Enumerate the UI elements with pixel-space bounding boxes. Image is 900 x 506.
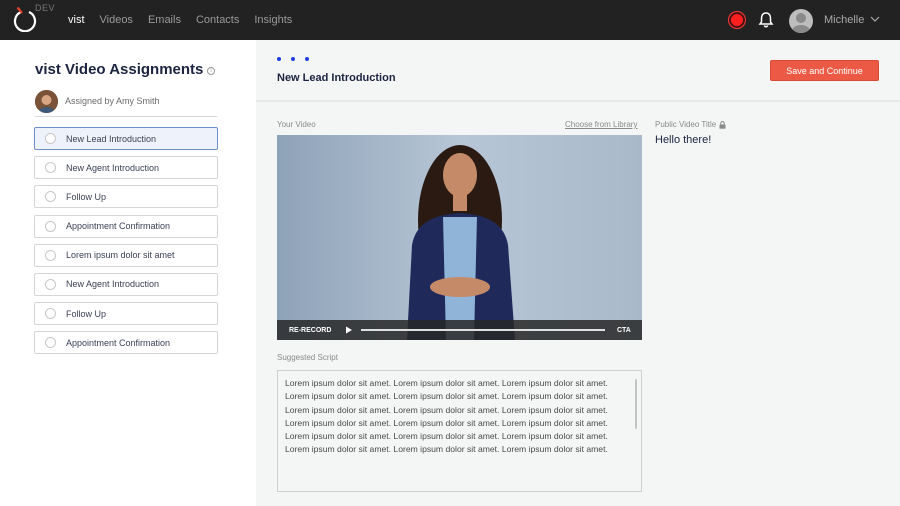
nav-item-vist[interactable]: vist: [68, 14, 85, 26]
user-avatar[interactable]: [789, 9, 813, 33]
assignment-list: New Lead Introduction New Agent Introduc…: [34, 127, 218, 361]
assignment-label: Appointment Confirmation: [66, 221, 171, 232]
script-text: Lorem ipsum dolor sit amet. Lorem ipsum …: [285, 378, 608, 455]
radio-icon[interactable]: [45, 337, 56, 349]
bell-icon[interactable]: [757, 11, 775, 29]
info-icon[interactable]: i: [207, 67, 215, 75]
radio-icon[interactable]: [45, 308, 56, 320]
nav-item-contacts[interactable]: Contacts: [196, 14, 239, 26]
public-video-title-label-text: Public Video Title: [655, 120, 717, 129]
radio-icon[interactable]: [45, 133, 56, 144]
nav-item-videos[interactable]: Videos: [100, 14, 133, 26]
dot: [277, 57, 281, 61]
main-nav: vist Videos Emails Contacts Insights: [68, 0, 292, 40]
assignment-item[interactable]: Follow Up: [34, 302, 218, 326]
save-and-continue-button[interactable]: Save and Continue: [770, 60, 879, 81]
assignment-item[interactable]: Appointment Confirmation: [34, 331, 218, 355]
assignment-label: Follow Up: [66, 308, 107, 319]
assignment-label: Follow Up: [66, 191, 107, 202]
assignment-item[interactable]: New Agent Introduction: [34, 156, 218, 180]
page-title: New Lead Introduction: [277, 72, 396, 84]
record-icon[interactable]: [729, 12, 745, 28]
assignment-label: New Agent Introduction: [66, 162, 160, 173]
video-controls: RE-RECORD CTA: [277, 320, 642, 340]
dot: [291, 57, 295, 61]
assignment-label: Lorem ipsum dolor sit amet: [66, 250, 175, 261]
assignment-label: New Lead Introduction: [66, 133, 157, 144]
video-progress-bar[interactable]: [361, 329, 605, 331]
top-navigation-bar: DEV vist Videos Emails Contacts Insights…: [0, 0, 900, 40]
assignment-item[interactable]: New Lead Introduction: [34, 127, 218, 150]
radio-icon[interactable]: [45, 191, 56, 203]
environment-label: DEV: [35, 3, 56, 13]
scrollbar[interactable]: [635, 379, 637, 429]
public-video-title-label: Public Video Title: [655, 120, 726, 129]
radio-icon[interactable]: [45, 249, 56, 261]
more-options-icon[interactable]: [277, 57, 309, 61]
assignment-label: New Agent Introduction: [66, 279, 160, 290]
radio-icon[interactable]: [45, 220, 56, 232]
choose-from-library-link[interactable]: Choose from Library: [565, 120, 637, 129]
video-player[interactable]: RE-RECORD CTA: [277, 135, 642, 340]
video-thumbnail: [277, 135, 642, 340]
assignment-item[interactable]: Appointment Confirmation: [34, 214, 218, 238]
assignments-sidebar: vist Video Assignments i Assigned by Amy…: [0, 40, 256, 506]
your-video-label: Your Video: [277, 120, 316, 129]
re-record-button[interactable]: RE-RECORD: [289, 327, 339, 334]
dot: [305, 57, 309, 61]
assigner-avatar-icon: [35, 90, 58, 113]
suggested-script-textarea[interactable]: Lorem ipsum dolor sit amet. Lorem ipsum …: [277, 370, 642, 492]
assignment-label: Appointment Confirmation: [66, 337, 171, 348]
lock-icon: [719, 120, 726, 129]
sidebar-divider: [35, 116, 217, 117]
radio-icon[interactable]: [45, 162, 56, 174]
main-panel: New Lead Introduction Save and Continue …: [256, 40, 900, 506]
radio-icon[interactable]: [45, 278, 56, 290]
assignment-item[interactable]: Lorem ipsum dolor sit amet: [34, 243, 218, 267]
main-header: New Lead Introduction Save and Continue: [256, 40, 900, 102]
chevron-down-icon[interactable]: [870, 14, 880, 24]
public-video-title[interactable]: Hello there!: [655, 134, 711, 146]
assigner-avatar: [35, 90, 58, 113]
nav-item-insights[interactable]: Insights: [254, 14, 292, 26]
assignment-item[interactable]: New Agent Introduction: [34, 272, 218, 296]
cta-button[interactable]: CTA: [617, 327, 631, 334]
nav-item-emails[interactable]: Emails: [148, 14, 181, 26]
user-avatar-icon: [792, 13, 810, 33]
assignment-item[interactable]: Follow Up: [34, 185, 218, 209]
user-name[interactable]: Michelle: [824, 14, 864, 26]
assigned-by-text: Assigned by Amy Smith: [65, 96, 160, 106]
play-icon[interactable]: [345, 326, 353, 334]
suggested-script-label: Suggested Script: [277, 353, 338, 362]
sidebar-title: vist Video Assignments: [35, 61, 204, 78]
